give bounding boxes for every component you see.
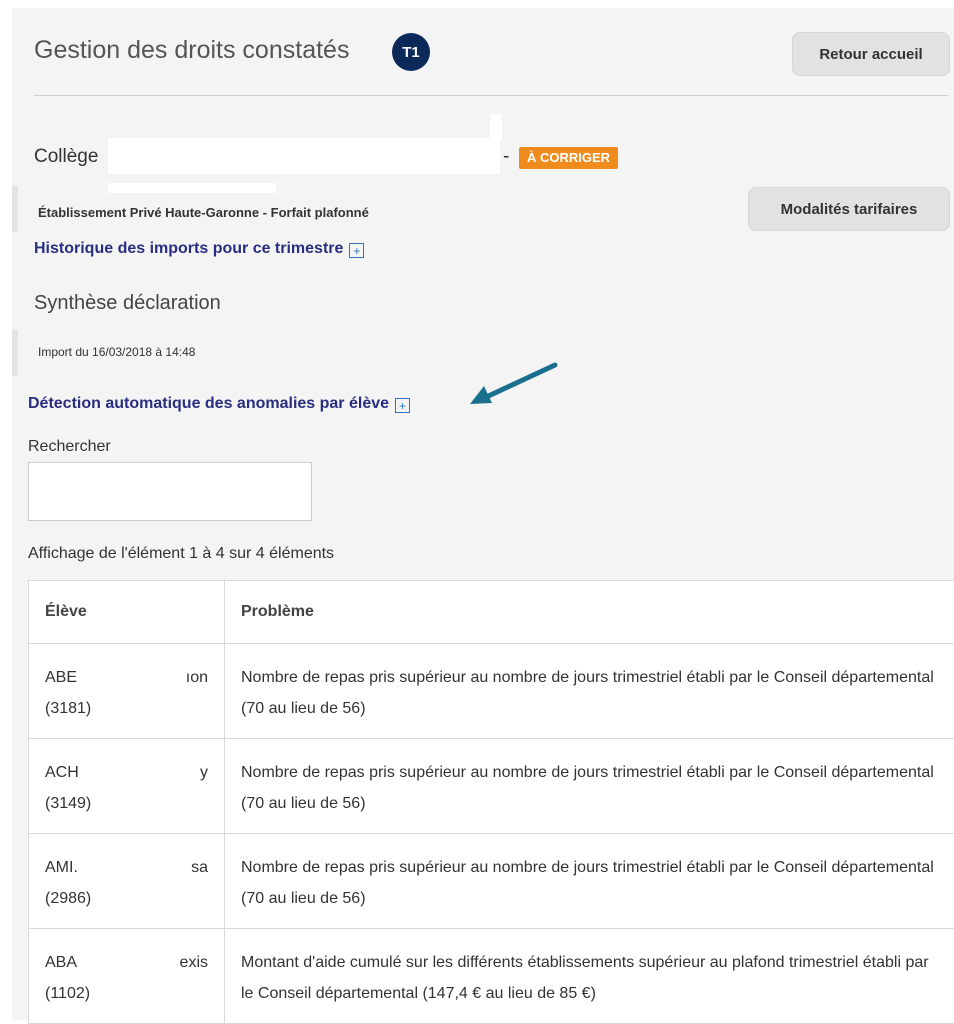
tariff-button[interactable]: Modalités tarifaires: [748, 187, 950, 231]
history-link-label[interactable]: Historique des imports pour ce trimestre: [34, 240, 343, 257]
establishment-info: Établissement Privé Haute-Garonne - Forf…: [38, 205, 369, 220]
history-link[interactable]: Historique des imports pour ce trimestre…: [34, 240, 364, 258]
student-cell: ABAexis (1102): [29, 929, 225, 1024]
column-header-student[interactable]: Élève: [29, 581, 225, 644]
expand-plus-icon[interactable]: +: [395, 398, 410, 413]
problem-cell: Nombre de repas pris supérieur au nombre…: [225, 834, 954, 929]
search-label: Rechercher: [28, 438, 111, 456]
student-name: ABAexis: [45, 947, 208, 978]
column-header-problem[interactable]: Problème: [225, 581, 954, 644]
expand-plus-icon[interactable]: +: [349, 243, 364, 258]
student-id: (3149): [45, 788, 208, 819]
student-name: ACHy: [45, 757, 208, 788]
student-name: AMI.sa: [45, 852, 208, 883]
redacted-school-name: [108, 138, 500, 174]
detection-link[interactable]: Détection automatique des anomalies par …: [28, 395, 410, 413]
table-row[interactable]: ACHy (3149) Nombre de repas pris supérie…: [29, 739, 954, 834]
synthesis-title: Synthèse déclaration: [34, 292, 221, 315]
status-badge: À CORRIGER: [519, 147, 618, 169]
side-accent: [12, 186, 18, 232]
student-cell: AMI.sa (2986): [29, 834, 225, 929]
student-id: (2986): [45, 883, 208, 914]
detection-link-label[interactable]: Détection automatique des anomalies par …: [28, 395, 389, 412]
table-info: Affichage de l'élément 1 à 4 sur 4 éléme…: [28, 545, 334, 563]
student-id: (3181): [45, 693, 208, 724]
home-button[interactable]: Retour accueil: [792, 32, 950, 76]
import-info: Import du 16/03/2018 à 14:48: [38, 345, 195, 359]
problem-cell: Nombre de repas pris supérieur au nombre…: [225, 739, 954, 834]
student-cell: ACHy (3149): [29, 739, 225, 834]
student-name: ABEıon: [45, 662, 208, 693]
student-cell: ABEıon (3181): [29, 644, 225, 739]
table-row[interactable]: ABAexis (1102) Montant d'aide cumulé sur…: [29, 929, 954, 1024]
anomalies-table: Élève Problème ABEıon (3181) Nombre de r…: [28, 580, 954, 1024]
redacted-line: [108, 183, 276, 193]
table-header-row: Élève Problème: [29, 581, 954, 644]
school-separator: -: [503, 146, 509, 168]
side-accent-2: [12, 330, 18, 376]
redacted-mark: [490, 114, 502, 140]
trimester-badge: T1: [392, 33, 430, 71]
student-id: (1102): [45, 978, 208, 1009]
page-title: Gestion des droits constatés: [34, 36, 349, 65]
problem-cell: Nombre de repas pris supérieur au nombre…: [225, 644, 954, 739]
table-row[interactable]: AMI.sa (2986) Nombre de repas pris supér…: [29, 834, 954, 929]
problem-cell: Montant d'aide cumulé sur les différents…: [225, 929, 954, 1024]
table-row[interactable]: ABEıon (3181) Nombre de repas pris supér…: [29, 644, 954, 739]
search-input[interactable]: [28, 462, 312, 521]
school-label: Collège: [34, 146, 98, 168]
arrow-icon: [460, 358, 560, 408]
header-divider: [34, 95, 948, 96]
